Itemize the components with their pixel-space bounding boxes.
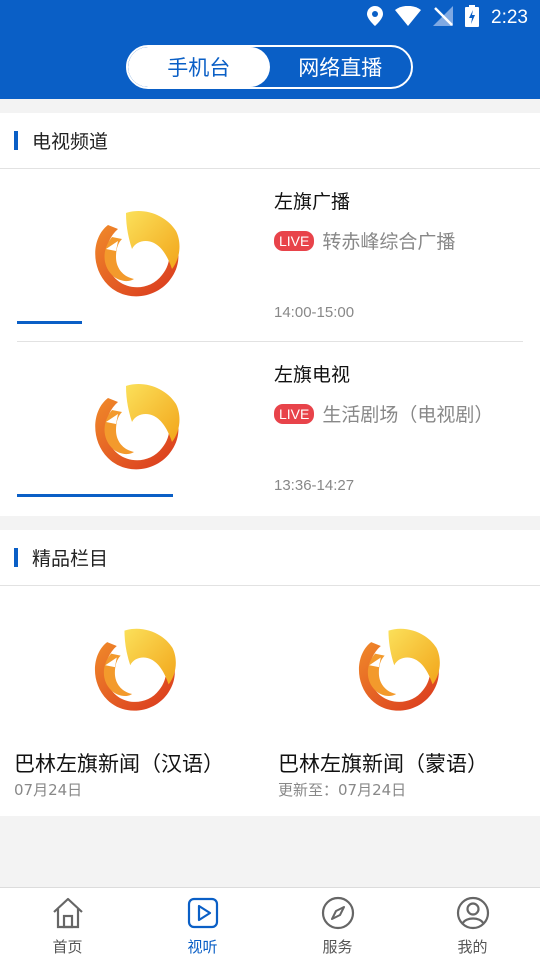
live-info: LIVE 转赤峰综合广播	[274, 227, 455, 254]
nav-service[interactable]: 服务	[270, 888, 405, 960]
live-badge: LIVE	[274, 230, 315, 251]
nav-label: 服务	[322, 938, 353, 956]
section-marker	[14, 548, 18, 567]
featured-card[interactable]: 巴林左旗新闻（汉语） 07月24日	[0, 586, 260, 816]
nav-mine[interactable]: 我的	[405, 888, 540, 960]
channel-name: 左旗广播	[274, 191, 351, 213]
no-signal-icon	[433, 6, 454, 30]
wifi-icon	[395, 5, 422, 30]
program-time: 13:36-14:27	[274, 477, 355, 494]
channel-name: 左旗电视	[274, 364, 351, 386]
section-title: 电视频道	[32, 131, 109, 153]
featured-section: 精品栏目 巴林左旗新闻（汉语） 07月24日 巴林左旗新闻（蒙语） 更新至：07…	[0, 530, 540, 816]
live-badge: LIVE	[274, 403, 315, 424]
channel-logo	[88, 380, 188, 474]
bottom-nav: 首页 视听 服务 我的	[0, 887, 540, 960]
tab-mobile-station[interactable]: 手机台	[128, 47, 270, 87]
live-info: LIVE 生活剧场（电视剧）	[274, 400, 493, 427]
channel-logo	[88, 207, 188, 301]
program-name: 转赤峰综合广播	[322, 231, 456, 253]
program-logo	[88, 624, 184, 716]
nav-home[interactable]: 首页	[0, 888, 135, 960]
featured-card[interactable]: 巴林左旗新闻（蒙语） 更新至：07月24日	[264, 586, 524, 816]
channel-item[interactable]: 左旗广播 LIVE 转赤峰综合广播 14:00-15:00	[0, 169, 540, 342]
nav-label: 首页	[52, 938, 83, 956]
update-date: 07月24日	[14, 781, 83, 799]
program-title: 巴林左旗新闻（蒙语）	[278, 752, 488, 776]
status-bar: 2:23	[367, 4, 528, 32]
status-time: 2:23	[491, 7, 528, 28]
program-name: 生活剧场（电视剧）	[322, 404, 494, 426]
tv-channel-section: 电视频道 左旗广播 LIVE 转赤峰综合广播 14:00-15:00 左旗电视 …	[0, 113, 540, 516]
featured-list: 巴林左旗新闻（汉语） 07月24日 巴林左旗新闻（蒙语） 更新至：07月24日	[0, 586, 540, 816]
nav-av[interactable]: 视听	[135, 888, 270, 960]
section-title: 精品栏目	[32, 548, 109, 570]
channel-item[interactable]: 左旗电视 LIVE 生活剧场（电视剧） 13:36-14:27	[0, 342, 540, 515]
play-icon	[186, 896, 220, 934]
location-icon	[367, 6, 384, 30]
user-icon	[456, 896, 490, 934]
section-header: 精品栏目	[0, 530, 540, 586]
section-marker	[14, 131, 18, 150]
update-date: 更新至：07月24日	[278, 781, 407, 799]
section-header: 电视频道	[0, 113, 540, 169]
compass-icon	[321, 896, 355, 934]
tab-web-live[interactable]: 网络直播	[270, 47, 412, 87]
home-icon	[51, 896, 85, 934]
app-header: 2:23 手机台 网络直播	[0, 0, 540, 99]
nav-label: 视听	[187, 938, 218, 956]
program-progress	[17, 494, 173, 497]
program-time: 14:00-15:00	[274, 304, 355, 321]
channel-type-switch: 手机台 网络直播	[126, 45, 413, 89]
battery-charging-icon	[465, 5, 480, 31]
nav-label: 我的	[457, 938, 488, 956]
program-title: 巴林左旗新闻（汉语）	[14, 752, 224, 776]
program-progress	[17, 321, 82, 324]
program-logo	[352, 624, 448, 716]
